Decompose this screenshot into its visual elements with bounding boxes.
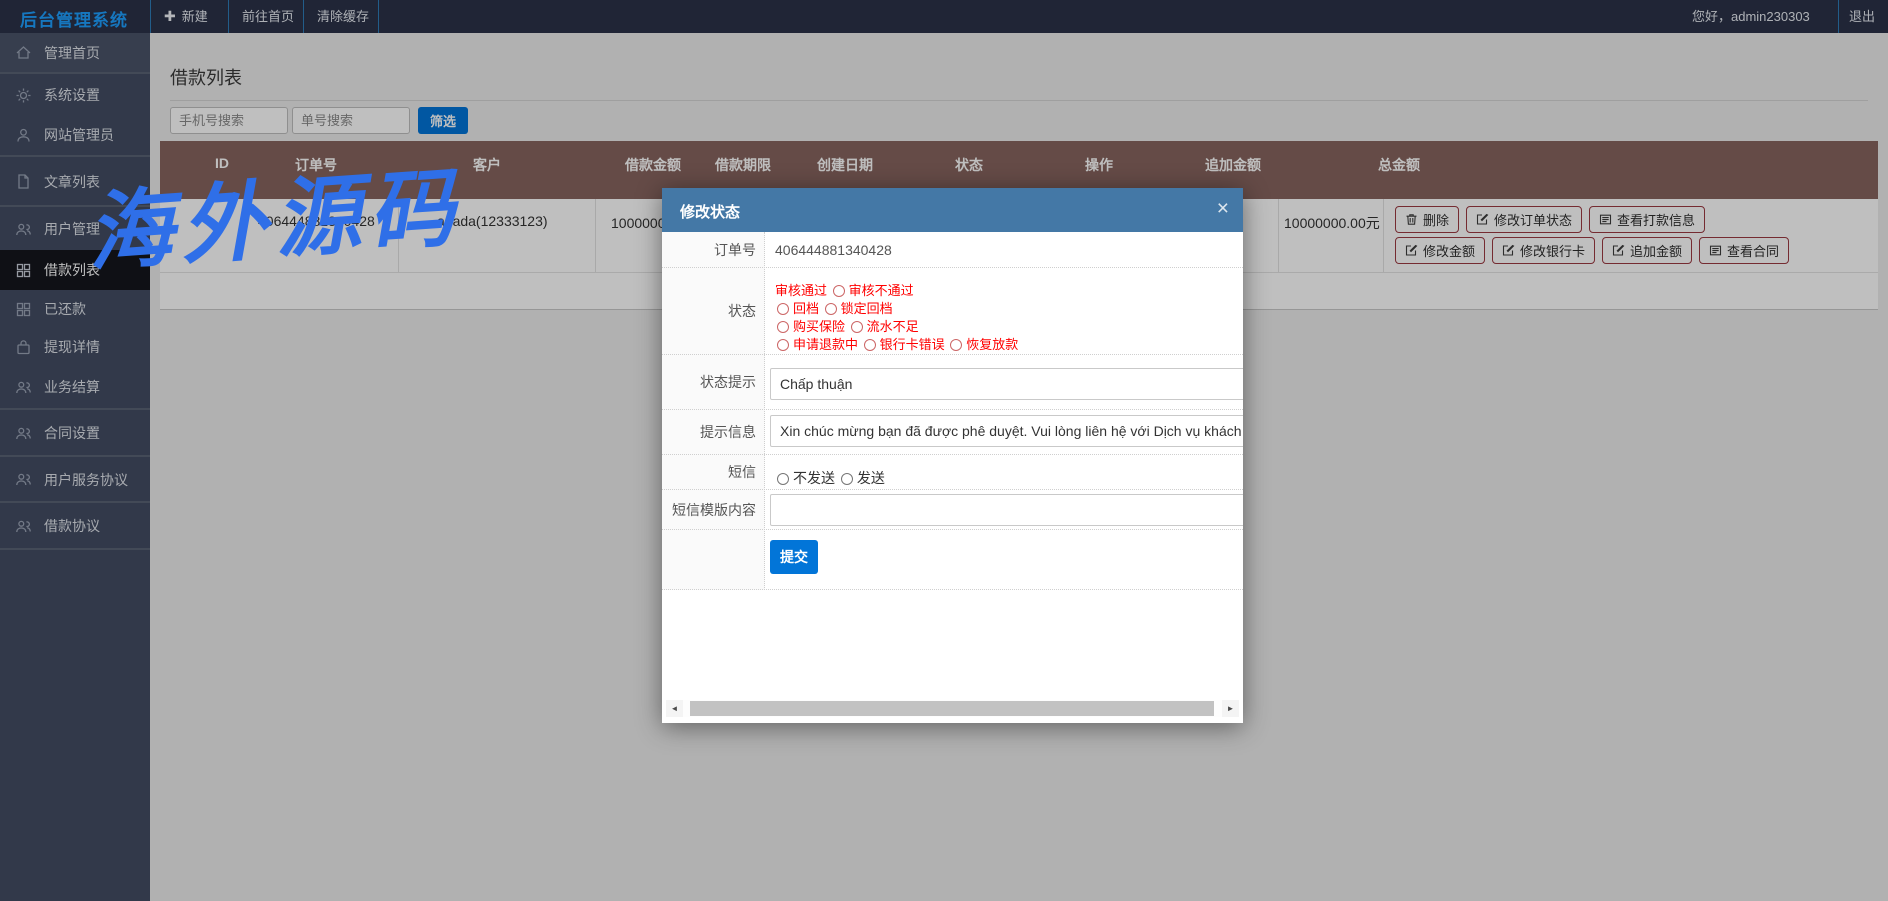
sms-template-input[interactable]: [770, 494, 1243, 526]
modal-horizontal-scrollbar: ◄ ►: [666, 700, 1239, 717]
radio-status-refund-requested[interactable]: [777, 339, 789, 351]
radio-status-insufficient-flow[interactable]: [850, 321, 863, 333]
radio-status-lock-rollback[interactable]: [824, 303, 837, 315]
radio-status-rollback[interactable]: [777, 303, 789, 315]
modal-header: 修改状态 ×: [662, 188, 1243, 232]
status-options-line2: 回档 锁定回档: [775, 298, 893, 317]
form-row-order-no: 订单号 406444881340428: [662, 232, 1243, 268]
sms-label: 短信: [728, 464, 756, 480]
close-icon[interactable]: ×: [1217, 196, 1229, 222]
form-row-sms: 短信 不发送 发送: [662, 455, 1243, 490]
radio-status-rejected[interactable]: [832, 285, 845, 297]
order-no-label: 订单号: [714, 241, 756, 258]
sms-template-label: 短信模版内容: [672, 501, 756, 518]
scroll-right-arrow[interactable]: ►: [1222, 700, 1239, 717]
radio-sms-send[interactable]: [840, 473, 853, 485]
status-option-approved[interactable]: 审核通过: [775, 283, 827, 298]
form-row-status: 状态 审核通过 审核不通过 回档 锁定回档 购买保险 流水不足 申请退款中 银行…: [662, 268, 1243, 355]
radio-status-resume-lending[interactable]: [950, 339, 963, 351]
status-option-rejected[interactable]: 审核不通过: [849, 283, 914, 298]
status-label: 状态: [728, 303, 756, 319]
modal-title: 修改状态: [680, 204, 741, 221]
order-no-value: 406444881340428: [775, 242, 892, 258]
form-row-status-tip: 状态提示: [662, 355, 1243, 410]
radio-status-bank-card-error[interactable]: [863, 339, 876, 351]
edit-status-modal: 修改状态 × 订单号 406444881340428 状态 审核通过 审核不通过…: [662, 188, 1243, 723]
sms-options: 不发送 发送: [775, 468, 885, 488]
form-row-sms-template: 短信模版内容: [662, 490, 1243, 530]
form-row-submit: 提交: [662, 530, 1243, 590]
scrollbar-thumb[interactable]: [690, 701, 1214, 716]
status-options-line3: 购买保险 流水不足: [775, 316, 919, 335]
radio-status-buy-insurance[interactable]: [777, 321, 789, 333]
status-tip-label: 状态提示: [700, 374, 756, 390]
status-options-line1: 审核通过 审核不通过: [775, 280, 914, 299]
radio-sms-no-send[interactable]: [777, 473, 789, 485]
form-row-message: 提示信息: [662, 410, 1243, 455]
message-label: 提示信息: [700, 424, 756, 440]
screen: 后台管理系统 ✚ 新建 前往首页 清除缓存 您好，admin230303 退出 管…: [0, 0, 1888, 901]
status-options-line4: 申请退款中 银行卡错误 恢复放款: [775, 334, 1018, 353]
submit-button[interactable]: 提交: [770, 540, 818, 574]
scroll-left-arrow[interactable]: ◄: [666, 700, 683, 717]
status-tip-input[interactable]: [770, 368, 1243, 400]
message-input[interactable]: [770, 415, 1243, 447]
